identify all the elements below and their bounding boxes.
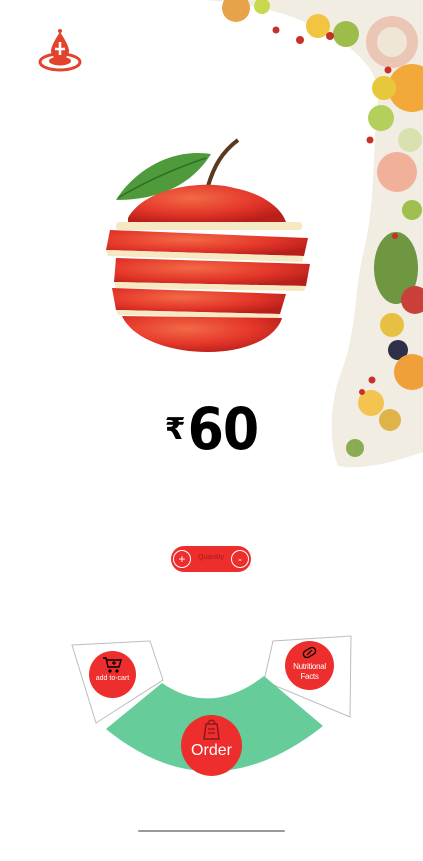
price-label: ₹60: [0, 395, 423, 463]
cart-icon: [103, 657, 122, 673]
product-image-apple: [106, 138, 310, 352]
decrement-quantity-button[interactable]: -: [231, 550, 249, 568]
increment-quantity-button[interactable]: +: [173, 550, 191, 568]
water-drop-logo-icon[interactable]: [37, 28, 83, 72]
product-screen: ₹60 + Quantity - add to-cart Nutritional…: [0, 0, 423, 861]
add-to-cart-label: add to-cart: [95, 675, 130, 682]
currency-symbol: ₹: [164, 412, 186, 447]
nutritional-facts-label: Nutritional Facts: [293, 662, 326, 681]
nutritional-facts-button[interactable]: Nutritional Facts: [285, 641, 334, 690]
food-bag-icon: [203, 719, 220, 740]
order-button[interactable]: Order: [181, 715, 242, 776]
price-value: 60: [187, 395, 260, 463]
pill-icon: [302, 646, 317, 659]
quantity-stepper: + Quantity -: [171, 546, 251, 572]
order-label: Order: [191, 742, 232, 759]
home-indicator[interactable]: [138, 830, 285, 832]
add-to-cart-button[interactable]: add to-cart: [89, 651, 136, 698]
quantity-label: Quantity: [197, 554, 225, 561]
